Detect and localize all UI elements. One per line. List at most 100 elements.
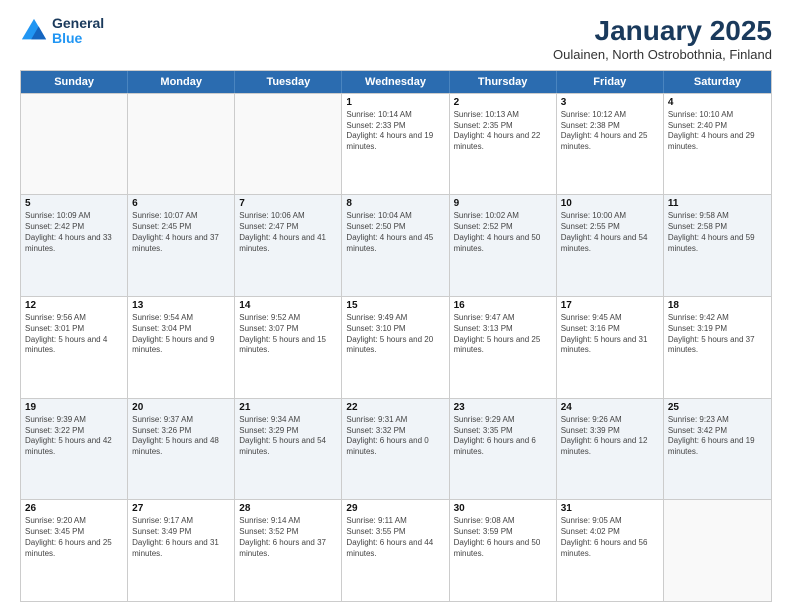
calendar-header: Sunday Monday Tuesday Wednesday Thursday… bbox=[21, 71, 771, 93]
day-info: Sunrise: 9:23 AM Sunset: 3:42 PM Dayligh… bbox=[668, 415, 767, 458]
table-row: 18 Sunrise: 9:42 AM Sunset: 3:19 PM Dayli… bbox=[664, 297, 771, 398]
day-number: 7 bbox=[239, 198, 337, 209]
day-number: 27 bbox=[132, 503, 230, 514]
weekday-sunday: Sunday bbox=[21, 71, 128, 93]
day-number: 18 bbox=[668, 300, 767, 311]
day-info: Sunrise: 10:10 AM Sunset: 2:40 PM Daylig… bbox=[668, 110, 767, 153]
logo-blue: Blue bbox=[52, 30, 82, 46]
day-info: Sunrise: 9:42 AM Sunset: 3:19 PM Dayligh… bbox=[668, 313, 767, 356]
table-row: 21Sunrise: 9:34 AM Sunset: 3:29 PM Dayli… bbox=[235, 399, 342, 500]
table-row: 31 Sunrise: 9:05 AM Sunset: 4:02 PM Dayli… bbox=[557, 500, 664, 601]
day-info: Sunrise: 9:47 AM Sunset: 3:13 PM Dayligh… bbox=[454, 313, 552, 356]
table-row: 2 Sunrise: 10:13 AM Sunset: 2:35 PM Dayli… bbox=[450, 94, 557, 195]
day-info: Sunrise: 9:39 AM Sunset: 3:22 PM Dayligh… bbox=[25, 415, 123, 458]
day-number: 12 bbox=[25, 300, 123, 311]
table-row: 26 Sunrise: 9:20 AM Sunset: 3:45 PM Dayli… bbox=[21, 500, 128, 601]
day-number: 26 bbox=[25, 503, 123, 514]
table-row: 12 Sunrise: 9:56 AM Sunset: 3:01 PM Dayli… bbox=[21, 297, 128, 398]
table-row: 11 Sunrise: 9:58 AM Sunset: 2:58 PM Dayli… bbox=[664, 195, 771, 296]
day-number: 13 bbox=[132, 300, 230, 311]
day-info: Sunrise: 9:45 AM Sunset: 3:16 PM Dayligh… bbox=[561, 313, 659, 356]
day-info: Sunrise: 9:31 AM Sunset: 3:32 PM Dayligh… bbox=[346, 415, 444, 458]
table-row: 27 Sunrise: 9:17 AM Sunset: 3:49 PM Dayli… bbox=[128, 500, 235, 601]
day-info: Sunrise: 9:17 AM Sunset: 3:49 PM Dayligh… bbox=[132, 516, 230, 559]
weekday-saturday: Saturday bbox=[664, 71, 771, 93]
calendar-row: 12 Sunrise: 9:56 AM Sunset: 3:01 PM Dayli… bbox=[21, 296, 771, 398]
table-row: 1Sunrise: 10:14 AM Sunset: 2:33 PM Dayli… bbox=[342, 94, 449, 195]
weekday-monday: Monday bbox=[128, 71, 235, 93]
day-number: 10 bbox=[561, 198, 659, 209]
day-info: Sunrise: 9:08 AM Sunset: 3:59 PM Dayligh… bbox=[454, 516, 552, 559]
day-number: 30 bbox=[454, 503, 552, 514]
day-info: Sunrise: 10:12 AM Sunset: 2:38 PM Daylig… bbox=[561, 110, 659, 153]
table-row: 10 Sunrise: 10:00 AM Sunset: 2:55 PM Dayl… bbox=[557, 195, 664, 296]
weekday-thursday: Thursday bbox=[450, 71, 557, 93]
calendar-subtitle: Oulainen, North Ostrobothnia, Finland bbox=[553, 47, 772, 62]
day-number: 4 bbox=[668, 97, 767, 108]
weekday-wednesday: Wednesday bbox=[342, 71, 449, 93]
header: General Blue January 2025 Oulainen, Nort… bbox=[20, 16, 772, 62]
day-number: 22 bbox=[346, 402, 444, 413]
day-number: 8 bbox=[346, 198, 444, 209]
table-row bbox=[21, 94, 128, 195]
table-row: 5Sunrise: 10:09 AM Sunset: 2:42 PM Dayli… bbox=[21, 195, 128, 296]
table-row: 3 Sunrise: 10:12 AM Sunset: 2:38 PM Dayli… bbox=[557, 94, 664, 195]
table-row: 15Sunrise: 9:49 AM Sunset: 3:10 PM Dayli… bbox=[342, 297, 449, 398]
day-info: Sunrise: 10:00 AM Sunset: 2:55 PM Daylig… bbox=[561, 211, 659, 254]
day-number: 25 bbox=[668, 402, 767, 413]
calendar: Sunday Monday Tuesday Wednesday Thursday… bbox=[20, 70, 772, 602]
table-row: 17 Sunrise: 9:45 AM Sunset: 3:16 PM Dayli… bbox=[557, 297, 664, 398]
day-info: Sunrise: 9:14 AM Sunset: 3:52 PM Dayligh… bbox=[239, 516, 337, 559]
day-number: 5 bbox=[25, 198, 123, 209]
day-number: 28 bbox=[239, 503, 337, 514]
day-info: Sunrise: 10:06 AM Sunset: 2:47 PM Daylig… bbox=[239, 211, 337, 254]
day-number: 17 bbox=[561, 300, 659, 311]
day-info: Sunrise: 9:56 AM Sunset: 3:01 PM Dayligh… bbox=[25, 313, 123, 356]
table-row: 14 Sunrise: 9:52 AM Sunset: 3:07 PM Dayli… bbox=[235, 297, 342, 398]
logo: General Blue bbox=[20, 16, 104, 47]
day-info: Sunrise: 9:29 AM Sunset: 3:35 PM Dayligh… bbox=[454, 415, 552, 458]
day-info: Sunrise: 9:49 AM Sunset: 3:10 PM Dayligh… bbox=[346, 313, 444, 356]
day-info: Sunrise: 10:07 AM Sunset: 2:45 PM Daylig… bbox=[132, 211, 230, 254]
calendar-row: 19Sunrise: 9:39 AM Sunset: 3:22 PM Dayli… bbox=[21, 398, 771, 500]
day-info: Sunrise: 9:52 AM Sunset: 3:07 PM Dayligh… bbox=[239, 313, 337, 356]
logo-text: General Blue bbox=[52, 16, 104, 47]
day-number: 11 bbox=[668, 198, 767, 209]
logo-general: General bbox=[52, 15, 104, 31]
table-row: 23Sunrise: 9:29 AM Sunset: 3:35 PM Dayli… bbox=[450, 399, 557, 500]
table-row: 19Sunrise: 9:39 AM Sunset: 3:22 PM Dayli… bbox=[21, 399, 128, 500]
day-info: Sunrise: 9:34 AM Sunset: 3:29 PM Dayligh… bbox=[239, 415, 337, 458]
table-row: 22 Sunrise: 9:31 AM Sunset: 3:32 PM Dayli… bbox=[342, 399, 449, 500]
day-number: 31 bbox=[561, 503, 659, 514]
day-info: Sunrise: 10:13 AM Sunset: 2:35 PM Daylig… bbox=[454, 110, 552, 153]
table-row: 13 Sunrise: 9:54 AM Sunset: 3:04 PM Dayli… bbox=[128, 297, 235, 398]
page: General Blue January 2025 Oulainen, Nort… bbox=[0, 0, 792, 612]
table-row: 7 Sunrise: 10:06 AM Sunset: 2:47 PM Dayli… bbox=[235, 195, 342, 296]
calendar-row: 1Sunrise: 10:14 AM Sunset: 2:33 PM Dayli… bbox=[21, 93, 771, 195]
table-row bbox=[664, 500, 771, 601]
calendar-body: 1Sunrise: 10:14 AM Sunset: 2:33 PM Dayli… bbox=[21, 93, 771, 601]
table-row: 25 Sunrise: 9:23 AM Sunset: 3:42 PM Dayli… bbox=[664, 399, 771, 500]
weekday-tuesday: Tuesday bbox=[235, 71, 342, 93]
table-row bbox=[235, 94, 342, 195]
day-info: Sunrise: 9:20 AM Sunset: 3:45 PM Dayligh… bbox=[25, 516, 123, 559]
day-info: Sunrise: 9:58 AM Sunset: 2:58 PM Dayligh… bbox=[668, 211, 767, 254]
day-info: Sunrise: 9:26 AM Sunset: 3:39 PM Dayligh… bbox=[561, 415, 659, 458]
day-number: 29 bbox=[346, 503, 444, 514]
calendar-row: 5Sunrise: 10:09 AM Sunset: 2:42 PM Dayli… bbox=[21, 194, 771, 296]
table-row: 4 Sunrise: 10:10 AM Sunset: 2:40 PM Dayli… bbox=[664, 94, 771, 195]
day-info: Sunrise: 10:14 AM Sunset: 2:33 PM Daylig… bbox=[346, 110, 444, 153]
table-row bbox=[128, 94, 235, 195]
table-row: 28 Sunrise: 9:14 AM Sunset: 3:52 PM Dayli… bbox=[235, 500, 342, 601]
table-row: 9Sunrise: 10:02 AM Sunset: 2:52 PM Dayli… bbox=[450, 195, 557, 296]
day-number: 6 bbox=[132, 198, 230, 209]
day-info: Sunrise: 9:54 AM Sunset: 3:04 PM Dayligh… bbox=[132, 313, 230, 356]
day-number: 14 bbox=[239, 300, 337, 311]
day-number: 2 bbox=[454, 97, 552, 108]
day-info: Sunrise: 10:04 AM Sunset: 2:50 PM Daylig… bbox=[346, 211, 444, 254]
day-number: 3 bbox=[561, 97, 659, 108]
day-info: Sunrise: 9:05 AM Sunset: 4:02 PM Dayligh… bbox=[561, 516, 659, 559]
day-info: Sunrise: 9:37 AM Sunset: 3:26 PM Dayligh… bbox=[132, 415, 230, 458]
logo-icon bbox=[20, 17, 48, 45]
title-section: January 2025 Oulainen, North Ostrobothni… bbox=[553, 16, 772, 62]
